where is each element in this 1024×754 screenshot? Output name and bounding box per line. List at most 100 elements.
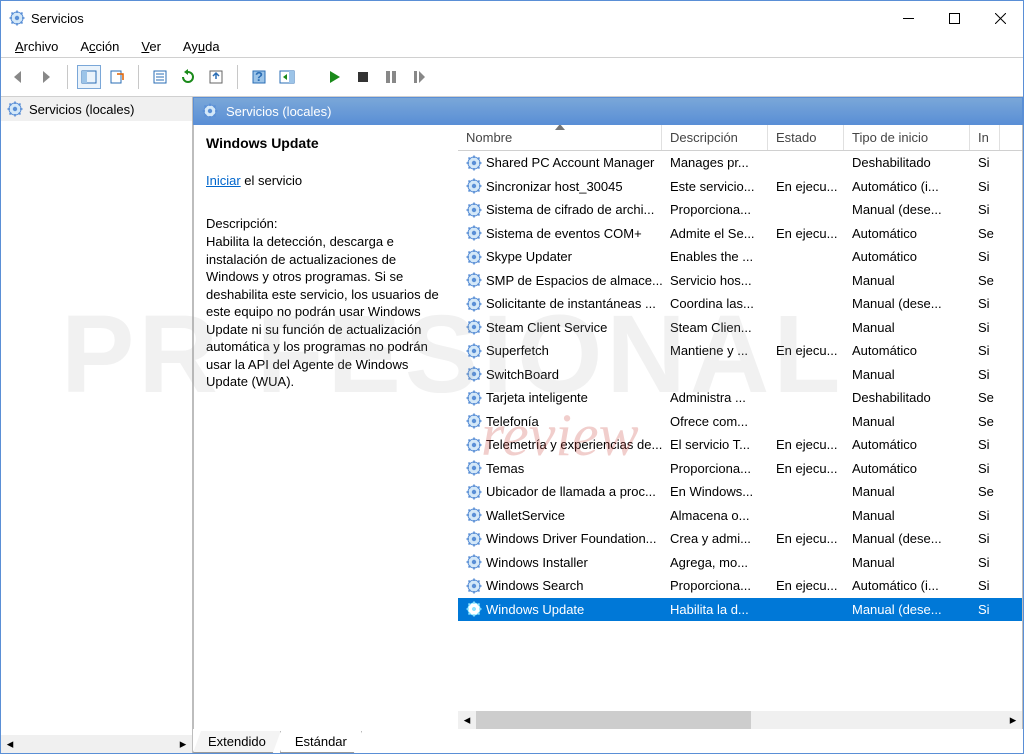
content-header-title: Servicios (locales) (226, 104, 331, 119)
service-name: Windows Search (486, 578, 584, 593)
refresh-button[interactable] (176, 65, 200, 89)
service-name: Sistema de eventos COM+ (486, 226, 642, 241)
service-startup: Manual (dese... (844, 296, 970, 311)
start-service-link-suffix: el servicio (241, 173, 302, 188)
start-service-link[interactable]: Iniciar (206, 173, 241, 188)
action-pane-button[interactable] (275, 65, 299, 89)
start-service-button[interactable] (323, 65, 347, 89)
description-label: Descripción: (206, 216, 446, 231)
table-row[interactable]: TemasProporciona...En ejecu...Automático… (458, 457, 1022, 481)
table-row[interactable]: Windows Driver Foundation...Crea y admi.… (458, 527, 1022, 551)
gear-icon (466, 249, 482, 265)
scroll-left-icon[interactable]: ◂ (458, 711, 476, 729)
menu-view[interactable]: Ver (131, 37, 171, 56)
menu-help[interactable]: Ayuda (173, 37, 230, 56)
stop-service-button[interactable] (351, 65, 375, 89)
toolbar: ? (1, 57, 1023, 97)
scrollbar-thumb[interactable] (476, 711, 751, 729)
column-description[interactable]: Descripción (662, 125, 768, 150)
scroll-right-icon[interactable]: ▸ (1004, 711, 1022, 729)
table-row[interactable]: SwitchBoardManualSi (458, 363, 1022, 387)
help-button[interactable]: ? (247, 65, 271, 89)
service-name: Steam Client Service (486, 320, 607, 335)
table-row[interactable]: Windows InstallerAgrega, mo...ManualSi (458, 551, 1022, 575)
maximize-button[interactable] (931, 1, 977, 35)
service-logon: Si (970, 367, 1000, 382)
export-list-button[interactable] (105, 65, 129, 89)
toolbar-separator (67, 65, 68, 89)
table-row[interactable]: Tarjeta inteligenteAdministra ...Deshabi… (458, 386, 1022, 410)
gear-icon (466, 531, 482, 547)
column-startup[interactable]: Tipo de inicio (844, 125, 970, 150)
scroll-left-icon[interactable]: ◂ (1, 735, 19, 753)
window-title: Servicios (31, 11, 885, 26)
service-logon: Si (970, 461, 1000, 476)
scroll-right-icon[interactable]: ▸ (174, 735, 192, 753)
service-startup: Automático (844, 437, 970, 452)
menu-action[interactable]: Acción (70, 37, 129, 56)
menu-file[interactable]: Archivo (5, 37, 68, 56)
service-startup: Manual (dese... (844, 602, 970, 617)
table-row[interactable]: Steam Client ServiceSteam Clien...Manual… (458, 316, 1022, 340)
column-state[interactable]: Estado (768, 125, 844, 150)
service-desc: En Windows... (662, 484, 768, 499)
properties-button[interactable] (148, 65, 172, 89)
table-row[interactable]: Solicitante de instantáneas ...Coordina … (458, 292, 1022, 316)
table-row[interactable]: Windows UpdateHabilita la d...Manual (de… (458, 598, 1022, 622)
forward-button[interactable] (34, 65, 58, 89)
tab-standard[interactable]: Estándar (280, 731, 362, 753)
show-hide-tree-button[interactable] (77, 65, 101, 89)
tree-node-services-local[interactable]: Servicios (locales) (1, 97, 192, 121)
service-desc: Administra ... (662, 390, 768, 405)
service-logon: Si (970, 531, 1000, 546)
gear-icon (466, 202, 482, 218)
service-name: SMP de Espacios de almace... (486, 273, 662, 288)
table-row[interactable]: Sincronizar host_30045Este servicio...En… (458, 175, 1022, 199)
export-button[interactable] (204, 65, 228, 89)
service-startup: Automático (i... (844, 578, 970, 593)
back-button[interactable] (6, 65, 30, 89)
table-row[interactable]: Ubicador de llamada a proc... En Windows.… (458, 480, 1022, 504)
table-row[interactable]: TelefoníaOfrece com...ManualSe (458, 410, 1022, 434)
service-desc: Crea y admi... (662, 531, 768, 546)
selected-service-name: Windows Update (206, 135, 446, 151)
service-name: Telemetría y experiencias de... (486, 437, 662, 452)
service-logon: Si (970, 437, 1000, 452)
column-name[interactable]: Nombre (458, 125, 662, 150)
service-logon: Si (970, 602, 1000, 617)
pause-service-button[interactable] (379, 65, 403, 89)
table-row[interactable]: SMP de Espacios de almace...Servicio hos… (458, 269, 1022, 293)
close-button[interactable] (977, 1, 1023, 35)
service-name: Shared PC Account Manager (486, 155, 654, 170)
gear-icon (466, 319, 482, 335)
service-desc: Este servicio... (662, 179, 768, 194)
service-logon: Si (970, 555, 1000, 570)
table-row[interactable]: Skype UpdaterEnables the ...AutomáticoSi (458, 245, 1022, 269)
table-row[interactable]: WalletServiceAlmacena o...ManualSi (458, 504, 1022, 528)
service-startup: Manual (844, 508, 970, 523)
gear-icon (466, 155, 482, 171)
table-row[interactable]: Sistema de cifrado de archi...Proporcion… (458, 198, 1022, 222)
tree-horizontal-scrollbar[interactable]: ◂ ▸ (1, 735, 192, 753)
service-logon: Si (970, 249, 1000, 264)
table-row[interactable]: SuperfetchMantiene y ...En ejecu...Autom… (458, 339, 1022, 363)
column-logon[interactable]: In (970, 125, 1000, 150)
table-row[interactable]: Telemetría y experiencias de...El servic… (458, 433, 1022, 457)
app-icon (9, 10, 25, 26)
table-row[interactable]: Shared PC Account ManagerManages pr...De… (458, 151, 1022, 175)
table-row[interactable]: Sistema de eventos COM+Admite el Se...En… (458, 222, 1022, 246)
svg-text:?: ? (255, 69, 263, 84)
service-startup: Manual (844, 320, 970, 335)
view-tabs: Extendido Estándar (193, 729, 1023, 753)
service-name: Sistema de cifrado de archi... (486, 202, 654, 217)
tab-extended[interactable]: Extendido (193, 731, 281, 753)
service-startup: Manual (dese... (844, 531, 970, 546)
service-name: Ubicador de llamada a proc... (486, 484, 656, 499)
minimize-button[interactable] (885, 1, 931, 35)
table-row[interactable]: Windows SearchProporciona...En ejecu...A… (458, 574, 1022, 598)
service-name: SwitchBoard (486, 367, 559, 382)
gear-icon (466, 601, 482, 617)
restart-service-button[interactable] (407, 65, 431, 89)
service-logon: Si (970, 343, 1000, 358)
list-horizontal-scrollbar[interactable]: ◂ ▸ (458, 711, 1022, 729)
